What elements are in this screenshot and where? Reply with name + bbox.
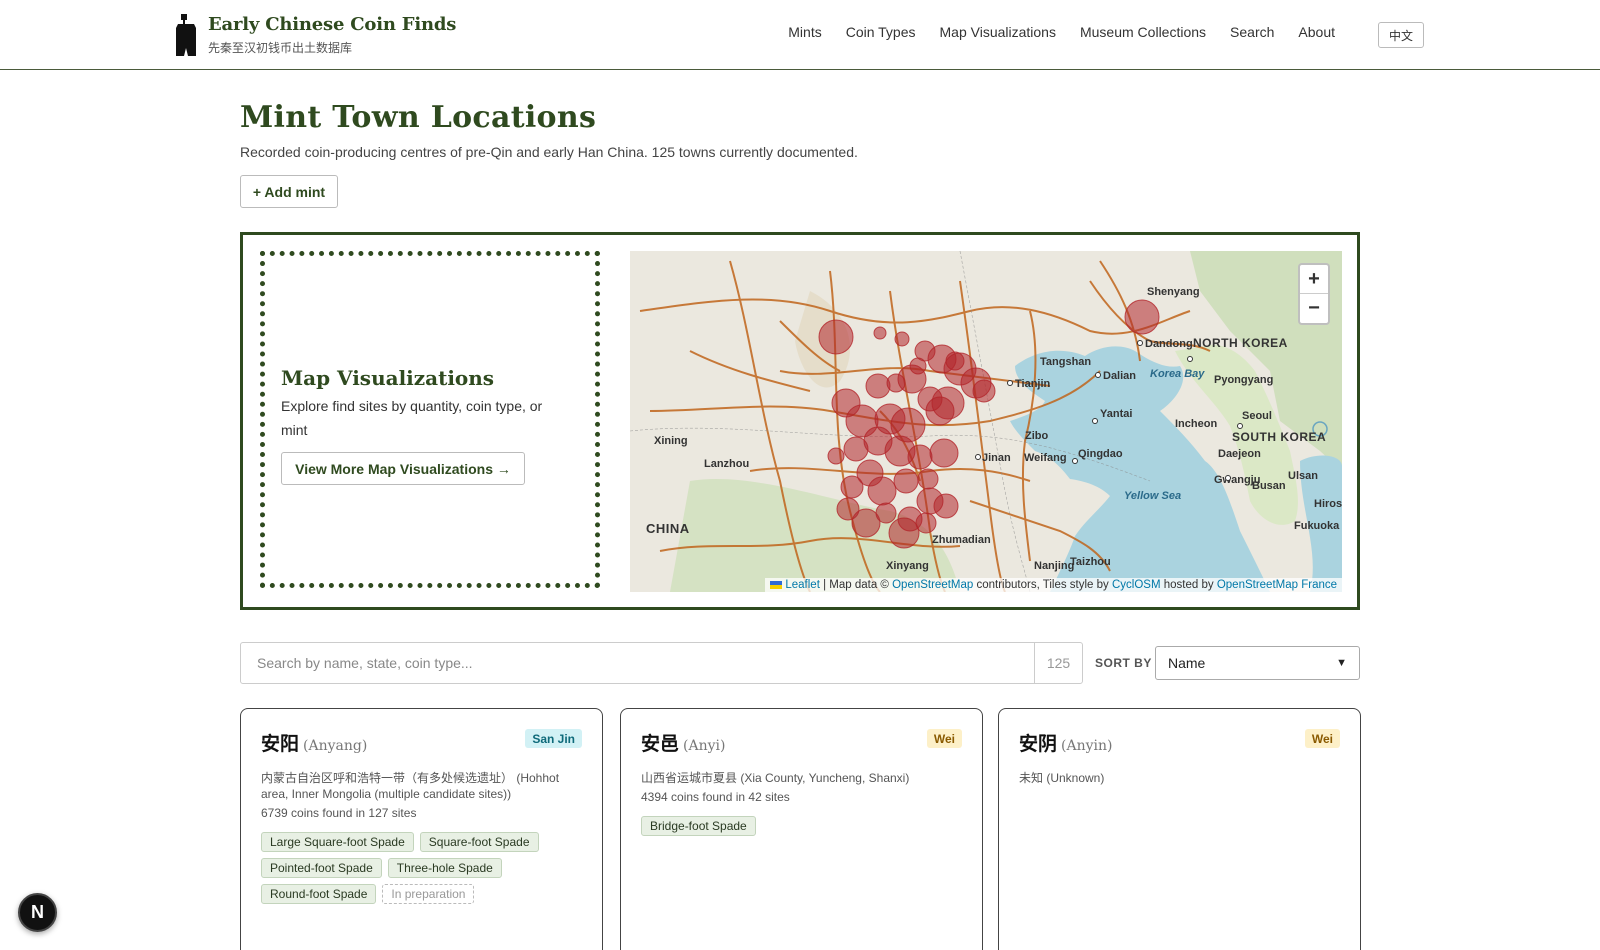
chevron-down-icon: ▼: [1336, 657, 1347, 669]
map-label-shenyang: Shenyang: [1147, 286, 1200, 298]
map-panel: Map Visualizations Explore find sites by…: [240, 232, 1360, 610]
map-label-tangshan: Tangshan: [1040, 356, 1091, 368]
map-label-seoul: Seoul: [1242, 410, 1272, 422]
mint-location: 内蒙古自治区呼和浩特一带（有多处候选遗址） (Hohhot area, Inne…: [261, 771, 560, 801]
mint-card-anyin[interactable]: 安阴 (Anyin) Wei 未知 (Unknown): [998, 708, 1361, 950]
map-label-dalian: Dalian: [1103, 370, 1136, 382]
attribution-text-2: contributors, Tiles style by: [973, 579, 1112, 591]
leaflet-map[interactable]: Shenyang Dandong NORTH KOREA Pyongyang K…: [630, 251, 1342, 592]
coin-type-tags: Large Square-foot Spade Square-foot Spad…: [261, 832, 582, 904]
sort-select-value: Name: [1168, 655, 1206, 671]
coin-type-tag[interactable]: Large Square-foot Spade: [261, 832, 414, 852]
mint-name: 安阳: [261, 733, 300, 755]
state-badge: San Jin: [525, 729, 582, 748]
coin-type-tag[interactable]: Pointed-foot Spade: [261, 858, 382, 878]
map-label-hiroshima: Hiroshima: [1314, 498, 1342, 510]
coin-type-tag[interactable]: Square-foot Spade: [419, 832, 539, 852]
zoom-in-button[interactable]: +: [1300, 265, 1328, 294]
map-zoom-control: + −: [1298, 263, 1330, 325]
map-attribution: Leaflet | Map data © OpenStreetMap contr…: [765, 578, 1342, 592]
main-nav: Mints Coin Types Map Visualizations Muse…: [788, 24, 1335, 40]
nav-mints[interactable]: Mints: [788, 24, 821, 40]
search-input[interactable]: [241, 643, 1034, 683]
nav-map-visualizations[interactable]: Map Visualizations: [940, 24, 1056, 40]
map-label-north-korea: NORTH KOREA: [1193, 336, 1288, 350]
map-label-zibo: Zibo: [1025, 430, 1048, 442]
coin-type-tag[interactable]: Round-foot Spade: [261, 884, 377, 904]
coin-type-tag[interactable]: Three-hole Spade: [387, 858, 502, 878]
state-badge: Wei: [926, 729, 962, 748]
mint-coin-count: 4394 coins found in 42 sites: [641, 790, 790, 804]
map-label-xinyang: Xinyang: [886, 560, 929, 572]
nav-museum-collections[interactable]: Museum Collections: [1080, 24, 1206, 40]
map-label-tianjin: Tianjin: [1015, 378, 1051, 390]
site-title: Early Chinese Coin Finds: [208, 14, 457, 35]
map-label-fukuoka: Fukuoka: [1294, 520, 1340, 532]
map-label-yellow-sea: Yellow Sea: [1124, 490, 1181, 502]
map-label-nanjing: Nanjing: [1034, 560, 1074, 572]
mint-romanization: (Anyin): [1061, 738, 1113, 754]
mint-romanization: (Anyi): [683, 738, 726, 754]
nav-search[interactable]: Search: [1230, 24, 1274, 40]
attribution-text-3: hosted by: [1160, 579, 1217, 591]
map-intro-description: Explore find sites by quantity, coin typ…: [281, 398, 543, 438]
mint-romanization: (Anyang): [303, 738, 368, 754]
nav-about[interactable]: About: [1298, 24, 1335, 40]
map-label-jinan: Jinan: [982, 452, 1011, 464]
map-label-lanzhou: Lanzhou: [704, 458, 749, 470]
coin-type-tag[interactable]: Bridge-foot Spade: [641, 816, 756, 836]
language-toggle-button[interactable]: 中文: [1378, 22, 1424, 48]
leaflet-link[interactable]: Leaflet: [785, 579, 820, 591]
floating-n-button[interactable]: N: [18, 893, 57, 932]
result-count: 125: [1034, 643, 1082, 683]
map-label-zhumadian: Zhumadian: [932, 534, 991, 546]
site-header: Early Chinese Coin Finds 先秦至汉初钱币出土数据库 Mi…: [0, 0, 1600, 70]
mint-name: 安阴: [1019, 733, 1058, 755]
coin-type-tags: Bridge-foot Spade: [641, 816, 962, 836]
map-label-busan: Busan: [1252, 480, 1286, 492]
mint-location: 未知 (Unknown): [1019, 771, 1105, 785]
state-badge: Wei: [1304, 729, 1340, 748]
mint-coin-count: 6739 coins found in 127 sites: [261, 806, 417, 820]
map-label-south-korea: SOUTH KOREA: [1232, 430, 1326, 444]
map-label-dandong: Dandong: [1145, 338, 1193, 350]
page-description: Recorded coin-producing centres of pre-Q…: [240, 144, 858, 160]
mint-location: 山西省运城市夏县 (Xia County, Yuncheng, Shanxi): [641, 771, 910, 785]
attribution-text-1: | Map data ©: [819, 579, 893, 591]
zoom-out-button[interactable]: −: [1300, 294, 1328, 323]
page-title: Mint Town Locations: [240, 100, 597, 135]
nav-coin-types[interactable]: Coin Types: [846, 24, 916, 40]
site-subtitle: 先秦至汉初钱币出土数据库: [208, 41, 353, 55]
mint-card-anyang[interactable]: 安阳 (Anyang) San Jin 内蒙古自治区呼和浩特一带（有多处候选遗址…: [240, 708, 603, 950]
map-label-weifang: Weifang: [1024, 452, 1067, 464]
view-more-maps-button[interactable]: View More Map Visualizations →: [281, 452, 525, 485]
map-label-taizhou: Taizhou: [1070, 556, 1111, 568]
sort-label: SORT BY: [1095, 656, 1152, 670]
map-label-korea-bay: Korea Bay: [1150, 368, 1205, 380]
map-tiles: Shenyang Dandong NORTH KOREA Pyongyang K…: [630, 251, 1342, 592]
sort-select[interactable]: Name ▼: [1155, 646, 1360, 680]
osm-france-link[interactable]: OpenStreetMap France: [1217, 579, 1337, 591]
map-intro-box: Map Visualizations Explore find sites by…: [260, 251, 600, 588]
cyclosm-link[interactable]: CyclOSM: [1112, 579, 1161, 591]
map-label-yantai: Yantai: [1100, 408, 1132, 420]
map-label-china: CHINA: [646, 521, 690, 536]
map-label-qingdao: Qingdao: [1078, 448, 1123, 460]
mint-card-anyi[interactable]: 安邑 (Anyi) Wei 山西省运城市夏县 (Xia County, Yunc…: [620, 708, 983, 950]
mint-name: 安邑: [641, 733, 680, 755]
map-label-xining: Xining: [654, 435, 688, 447]
add-mint-button[interactable]: + Add mint: [240, 175, 338, 208]
map-label-daejeon: Daejeon: [1218, 448, 1261, 460]
map-intro-title: Map Visualizations: [281, 366, 495, 390]
ukraine-flag-icon: [770, 580, 783, 589]
in-preparation-tag: In preparation: [382, 884, 475, 904]
search-box: 125: [240, 642, 1083, 684]
osm-link[interactable]: OpenStreetMap: [892, 579, 973, 591]
map-label-ulsan: Ulsan: [1288, 470, 1318, 482]
map-label-incheon: Incheon: [1175, 418, 1217, 430]
site-logo[interactable]: Early Chinese Coin Finds 先秦至汉初钱币出土数据库: [172, 14, 456, 56]
spade-coin-icon: [176, 14, 196, 56]
map-label-pyongyang: Pyongyang: [1214, 374, 1273, 386]
